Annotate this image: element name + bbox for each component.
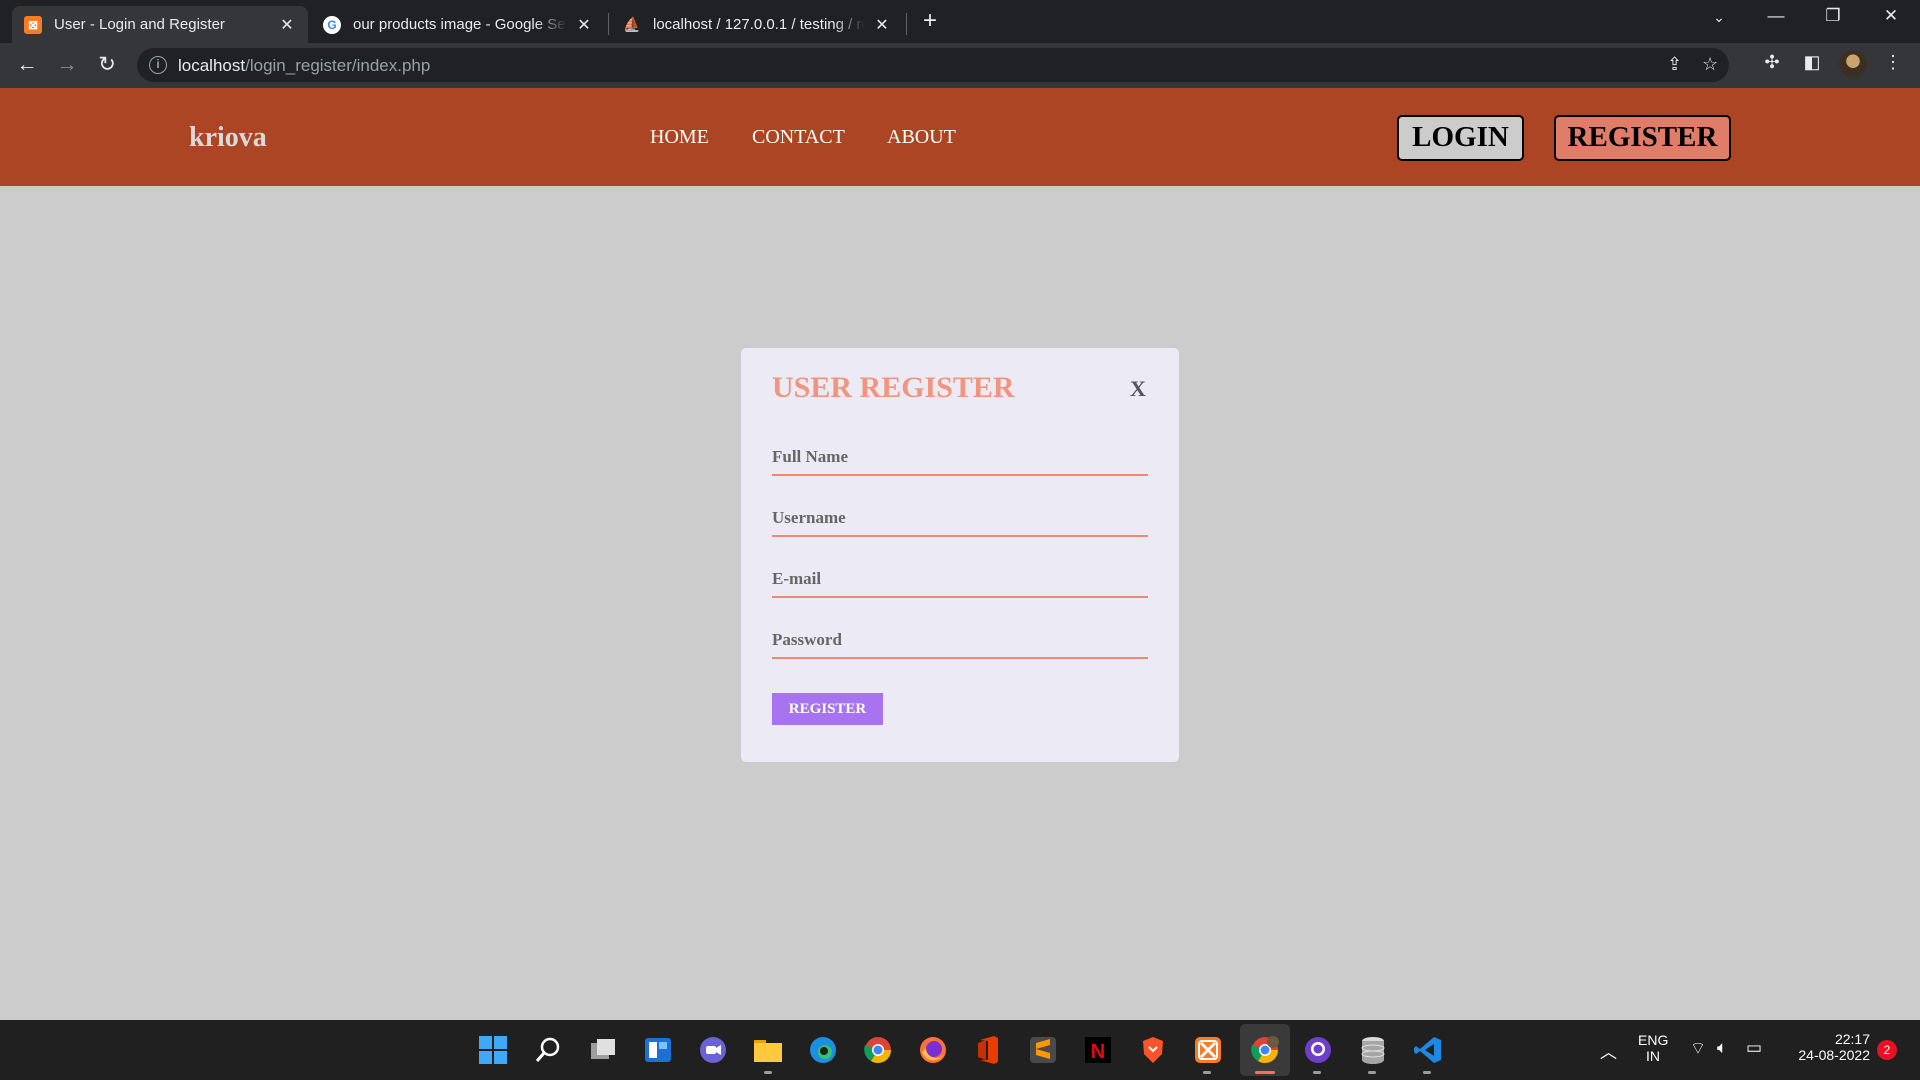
github-desktop-icon[interactable] [1302, 1034, 1334, 1066]
chrome-icon[interactable] [862, 1034, 894, 1066]
xampp-icon[interactable] [1192, 1034, 1224, 1066]
active-indicator [1255, 1071, 1275, 1074]
phpmyadmin-icon: ⛵ [623, 16, 641, 32]
restore-button[interactable]: ❐ [1813, 6, 1853, 26]
running-indicator [764, 1071, 772, 1074]
username-input[interactable] [772, 501, 1148, 537]
profile-avatar[interactable] [1839, 50, 1867, 78]
full-name-input[interactable] [772, 440, 1148, 476]
page-content: kriova HOME CONTACT ABOUT LOGIN REGISTER… [0, 88, 1920, 1020]
back-arrow-icon[interactable]: ← [12, 50, 42, 80]
xampp-icon: ⊠ [24, 15, 42, 34]
site-logo[interactable]: kriova [189, 122, 267, 154]
google-icon: G [323, 15, 341, 34]
email-input[interactable] [772, 562, 1148, 598]
task-view-icon[interactable] [587, 1034, 619, 1066]
close-window-button[interactable]: ✕ [1871, 6, 1911, 26]
sublime-text-icon[interactable] [1027, 1034, 1059, 1066]
site-header: kriova HOME CONTACT ABOUT LOGIN REGISTER [0, 88, 1920, 186]
browser-tab-strip: ⊠ User - Login and Register ✕ G our prod… [0, 0, 1920, 43]
firefox-icon[interactable] [917, 1034, 949, 1066]
netflix-icon[interactable]: N [1082, 1034, 1114, 1066]
chevron-up-icon[interactable]: ︿ [1600, 1038, 1617, 1063]
tab-separator [608, 13, 609, 35]
tab-search-chevron-icon[interactable]: ⌄ [1699, 9, 1739, 26]
side-panel-icon[interactable]: ◧ [1799, 52, 1825, 73]
windows-taskbar: N ︿ ENG IN ⌔ 🔈︎ ▭ 22:17 24-08-2022 [0, 1020, 1920, 1080]
close-modal-button[interactable]: X [1130, 376, 1146, 402]
running-indicator [1423, 1071, 1431, 1074]
modal-title: USER REGISTER [772, 371, 1015, 404]
chat-icon[interactable] [697, 1034, 729, 1066]
submit-register-button[interactable]: REGISTER [772, 693, 883, 725]
wifi-icon[interactable]: ⌔ [1690, 1038, 1706, 1059]
bookmark-star-icon[interactable]: ☆ [1702, 54, 1718, 75]
file-explorer-icon[interactable] [752, 1034, 784, 1066]
close-tab-icon[interactable]: ✕ [278, 15, 296, 35]
nav-home-link[interactable]: HOME [650, 126, 709, 149]
tab-google-search[interactable]: G our products image - Google Search ✕ [311, 6, 605, 43]
nav-contact-link[interactable]: CONTACT [752, 126, 845, 149]
brave-icon[interactable] [1137, 1034, 1169, 1066]
url-text[interactable]: localhost/login_register/index.php [178, 56, 430, 76]
office-icon[interactable] [972, 1034, 1004, 1066]
register-button[interactable]: REGISTER [1554, 115, 1731, 161]
extensions-puzzle-icon[interactable]: ✣ [1759, 52, 1785, 73]
chrome-profile-icon[interactable] [1249, 1034, 1281, 1066]
start-windows-icon[interactable] [477, 1034, 509, 1066]
reload-icon[interactable]: ↻ [92, 50, 122, 80]
forward-arrow-icon[interactable]: → [52, 50, 82, 80]
more-menu-icon[interactable]: ⋮ [1880, 52, 1906, 73]
close-tab-icon[interactable]: ✕ [575, 15, 593, 35]
site-info-icon[interactable]: i [149, 56, 167, 74]
language-indicator[interactable]: ENG IN [1638, 1032, 1668, 1064]
running-indicator [1368, 1071, 1376, 1074]
database-icon[interactable] [1357, 1034, 1389, 1066]
tab-title: localhost / 127.0.0.1 / testing / regist… [653, 16, 865, 33]
vscode-icon[interactable] [1412, 1034, 1444, 1066]
running-indicator [1313, 1071, 1321, 1074]
new-tab-button[interactable]: + [923, 8, 937, 34]
tab-title: User - Login and Register [54, 16, 225, 33]
browser-toolbar: ← → ↻ i localhost/login_register/index.p… [0, 43, 1920, 88]
minimize-button[interactable]: — [1756, 6, 1796, 26]
edge-icon[interactable] [807, 1034, 839, 1066]
battery-icon[interactable]: ▭ [1746, 1038, 1762, 1058]
search-icon[interactable] [532, 1034, 564, 1066]
widgets-icon[interactable] [642, 1034, 674, 1066]
share-icon[interactable]: ⇪ [1667, 54, 1682, 75]
login-button[interactable]: LOGIN [1397, 115, 1524, 161]
volume-icon[interactable]: 🔈︎ [1717, 1038, 1727, 1058]
running-indicator [1203, 1071, 1211, 1074]
notification-badge[interactable]: 2 [1877, 1040, 1897, 1060]
tab-user-login-register[interactable]: ⊠ User - Login and Register ✕ [12, 6, 308, 43]
clock[interactable]: 22:17 24-08-2022 [1780, 1031, 1870, 1063]
register-modal: USER REGISTER X REGISTER [741, 348, 1179, 762]
address-bar[interactable]: i localhost/login_register/index.php ⇪ ☆ [137, 48, 1729, 82]
nav-about-link[interactable]: ABOUT [887, 126, 956, 149]
tab-separator [906, 13, 907, 35]
svg-text:N: N [1091, 1041, 1105, 1063]
close-tab-icon[interactable]: ✕ [873, 15, 891, 35]
password-input[interactable] [772, 623, 1148, 659]
tab-phpmyadmin[interactable]: ⛵ localhost / 127.0.0.1 / testing / regi… [611, 6, 903, 43]
tab-title: our products image - Google Search [353, 16, 567, 33]
